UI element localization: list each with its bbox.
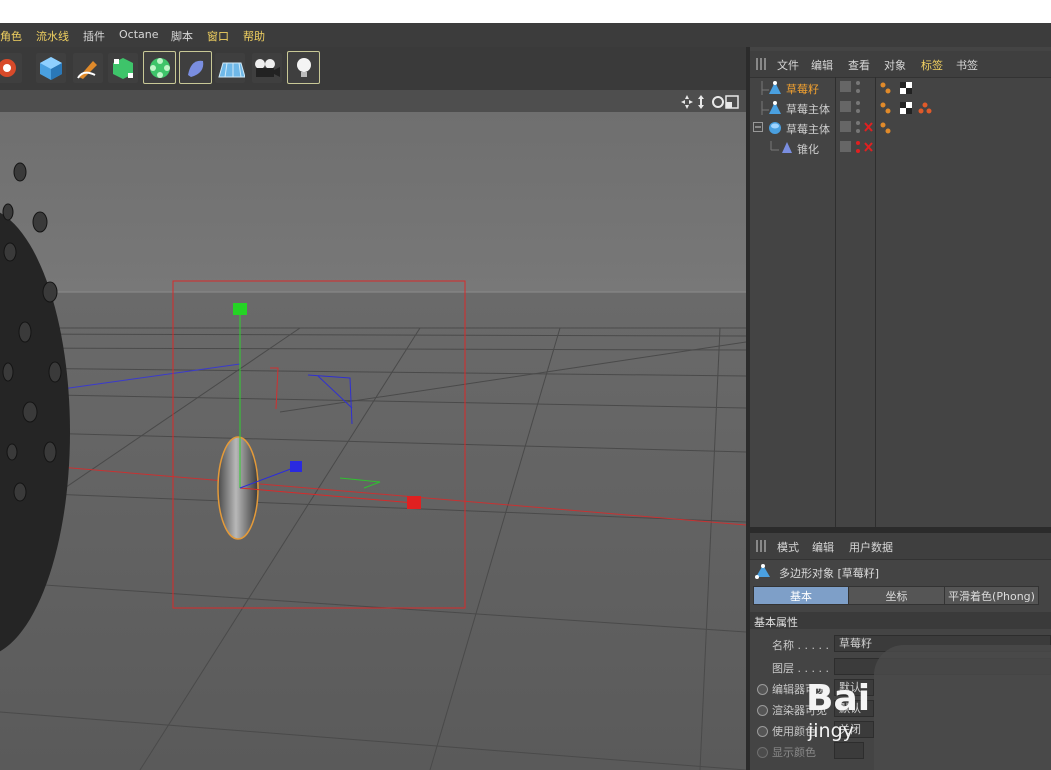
floor-icon[interactable]	[215, 53, 245, 83]
visibility-toggle-icon[interactable]	[840, 141, 851, 152]
prop-display-color-label: 显示颜色	[772, 746, 816, 759]
gear-tool-icon[interactable]	[0, 53, 22, 83]
object-manager-menu: 文件 编辑 查看 对象 标签 书签	[750, 51, 1051, 78]
main-menu-bar: 角色 流水线 插件 Octane 脚本 窗口 帮助	[0, 23, 1051, 47]
attribute-manager-menu: 模式 编辑 用户数据	[750, 533, 1051, 560]
menu-pipeline[interactable]: 流水线	[36, 28, 69, 44]
object-row[interactable]: 草莓主体	[750, 118, 1051, 138]
menu-character[interactable]: 角色	[0, 28, 22, 44]
viewport-header	[0, 90, 748, 112]
object-row[interactable]: 草莓籽	[750, 78, 1051, 98]
tab-basic[interactable]: 基本	[753, 586, 849, 605]
grip-icon	[756, 540, 766, 552]
am-menu-edit[interactable]: 编辑	[812, 539, 834, 555]
object-name: 草莓主体	[786, 123, 830, 136]
gizmo-x-handle	[407, 496, 421, 509]
radio-editor-visible[interactable]	[757, 684, 768, 695]
object-row[interactable]: 锥化	[750, 138, 1051, 158]
tab-phong[interactable]: 平滑着色(Phong)	[944, 586, 1039, 605]
collapse-toggle-icon[interactable]	[753, 122, 765, 134]
visibility-toggle-icon[interactable]	[840, 81, 851, 92]
object-name: 草莓主体	[786, 103, 830, 116]
viewport-scene	[0, 162, 746, 770]
tag-icons[interactable]	[880, 121, 894, 135]
menu-script[interactable]: 脚本	[171, 28, 193, 44]
watermark-backdrop	[874, 645, 1051, 770]
polygon-object-icon	[769, 101, 781, 114]
om-menu-tags[interactable]: 标签	[921, 57, 943, 73]
disabled-x-icon[interactable]	[864, 141, 874, 153]
tag-icons[interactable]	[880, 101, 936, 115]
menu-window[interactable]: 窗口	[207, 28, 229, 44]
polygon-object-icon	[769, 81, 781, 94]
main-toolbar	[0, 47, 748, 90]
strawberry-body-mesh	[0, 162, 70, 652]
object-title: 多边形对象 [草莓籽]	[779, 567, 880, 580]
menu-plugins[interactable]: 插件	[83, 28, 105, 44]
object-manager: 文件 编辑 查看 对象 标签 书签 草莓籽 草莓主体 草莓主体 锥化	[750, 47, 1051, 527]
grip-icon	[756, 58, 766, 70]
light-icon[interactable]	[287, 51, 320, 84]
object-name: 草莓籽	[786, 83, 819, 96]
subdivision-icon[interactable]	[108, 53, 138, 83]
pen-icon[interactable]	[73, 53, 103, 83]
selection-bounding-box	[172, 280, 466, 609]
tab-coordinates[interactable]: 坐标	[848, 586, 945, 605]
deformer-icon[interactable]	[179, 51, 212, 84]
window-top-strip	[0, 0, 1051, 23]
om-menu-view[interactable]: 查看	[848, 57, 870, 73]
floor-grid	[0, 327, 746, 770]
menu-help[interactable]: 帮助	[243, 28, 265, 44]
cube-icon[interactable]	[36, 53, 66, 83]
attribute-manager: 模式 编辑 用户数据 多边形对象 [草莓籽] 基本 坐标 平滑着色(Phong)…	[750, 533, 1051, 770]
menu-octane[interactable]: Octane	[119, 28, 159, 41]
polygon-object-icon	[755, 564, 770, 579]
visibility-toggle-icon[interactable]	[840, 121, 851, 132]
prop-layer-label: 图层 . . . . .	[772, 662, 829, 675]
sphere-object-icon	[769, 122, 781, 134]
section-title: 基本属性	[754, 616, 798, 629]
am-menu-user-data[interactable]: 用户数据	[849, 539, 893, 555]
gizmo-y-handle	[233, 303, 247, 315]
cloner-icon[interactable]	[143, 51, 176, 84]
section-header: 基本属性	[750, 612, 1051, 629]
am-menu-mode[interactable]: 模式	[777, 539, 799, 555]
object-row[interactable]: 草莓主体	[750, 98, 1051, 118]
om-menu-edit[interactable]: 编辑	[811, 57, 833, 73]
om-menu-bookmarks[interactable]: 书签	[956, 57, 978, 73]
world-z-axis	[54, 363, 241, 391]
om-menu-object[interactable]: 对象	[884, 57, 906, 73]
prop-name-label: 名称 . . . . .	[772, 639, 829, 652]
gizmo-x-axis	[239, 487, 415, 504]
gizmo-z-handle	[290, 461, 302, 472]
viewport-nav-icons[interactable]	[680, 94, 742, 110]
om-menu-file[interactable]: 文件	[777, 57, 799, 73]
3d-viewport[interactable]	[0, 112, 746, 770]
world-x-axis	[0, 461, 746, 526]
disabled-x-icon[interactable]	[864, 121, 874, 133]
watermark-logo: Bai	[806, 678, 871, 719]
visibility-toggle-icon[interactable]	[840, 101, 851, 112]
radio-use-color[interactable]	[757, 726, 768, 737]
taper-deformer-icon	[782, 142, 792, 153]
radio-render-visible[interactable]	[757, 705, 768, 716]
camera-icon[interactable]	[252, 53, 282, 83]
object-name: 锥化	[797, 143, 819, 156]
display-color-swatch[interactable]	[834, 742, 864, 759]
watermark-subtext: jingy	[808, 720, 854, 742]
tag-icons[interactable]	[880, 81, 916, 95]
strawberry-seed-mesh	[217, 436, 259, 540]
radio-display-color[interactable]	[757, 747, 768, 758]
